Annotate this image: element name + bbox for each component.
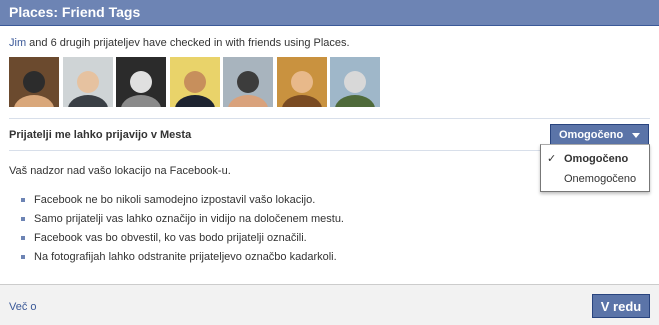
dropdown-menu: ✓ Omogočeno Onemogočeno <box>540 144 650 192</box>
ok-button[interactable]: V redu <box>592 294 650 318</box>
dropdown-selected-value: Omogočeno <box>559 129 624 141</box>
intro-message: and 6 drugih prijateljev have checked in… <box>26 37 350 49</box>
dialog-title: Places: Friend Tags <box>9 4 141 20</box>
description-text: Vaš nadzor nad vašo lokacijo na Facebook… <box>9 165 231 177</box>
check-icon: ✓ <box>547 153 557 165</box>
list-item-text: Na fotografijah lahko odstranite prijate… <box>34 251 337 263</box>
bullet-icon <box>21 255 25 259</box>
dialog-title-bar: Places: Friend Tags <box>0 0 659 26</box>
friend-photo-5[interactable] <box>223 57 273 107</box>
menu-item-disabled[interactable]: Onemogočeno <box>541 169 649 189</box>
friend-photo-4[interactable] <box>169 57 220 107</box>
friend-photo-6[interactable] <box>276 57 327 107</box>
setting-label: Prijatelji me lahko prijavijo v Mesta <box>9 129 192 141</box>
ok-button-label: V redu <box>600 299 642 314</box>
divider <box>9 118 650 119</box>
bullet-icon <box>21 198 25 202</box>
friend-photo-2[interactable] <box>62 57 113 107</box>
friend-photo-7[interactable] <box>330 57 380 107</box>
dialog-footer: Več o V redu <box>0 284 659 325</box>
list-item-text: Facebook ne bo nikoli samodejno izpostav… <box>34 194 316 206</box>
bullet-icon <box>21 217 25 221</box>
friend-photo-3[interactable] <box>116 57 166 107</box>
privacy-dropdown-button[interactable]: Omogočeno <box>550 124 649 145</box>
menu-item-enabled[interactable]: ✓ Omogočeno <box>541 149 649 169</box>
list-item-text: Samo prijatelji vas lahko označijo in vi… <box>34 213 344 225</box>
places-dialog: Places: Friend Tags Jim and 6 drugih pri… <box>0 0 659 325</box>
friend-name-link[interactable]: Jim <box>9 37 26 49</box>
menu-item-label: Omogočeno <box>564 153 629 165</box>
learn-more-link[interactable]: Več o <box>9 300 37 314</box>
list-item-text: Facebook vas bo obvestil, ko vas bodo pr… <box>34 232 307 244</box>
menu-item-label: Onemogočeno <box>564 173 637 185</box>
bullet-icon <box>21 236 25 240</box>
chevron-down-icon <box>632 133 640 138</box>
friend-photo-1[interactable] <box>9 57 59 107</box>
intro-text: Jim and 6 drugih prijateljev have checke… <box>9 36 350 50</box>
